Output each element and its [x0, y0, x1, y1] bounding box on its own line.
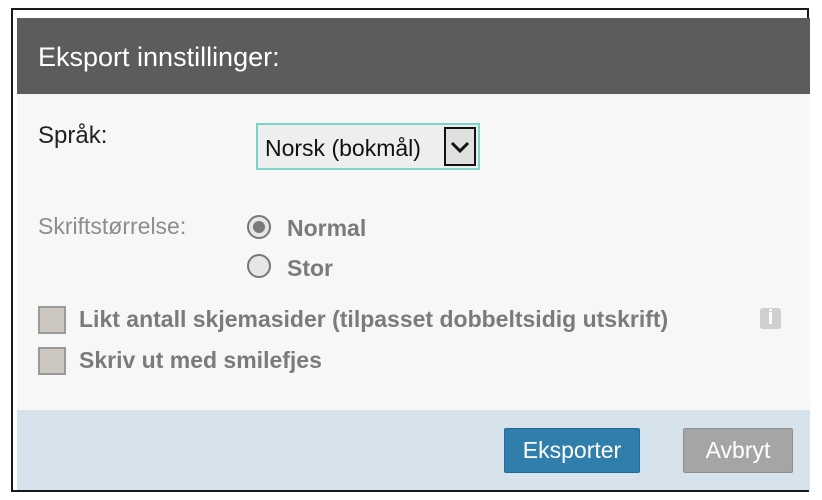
cancel-button[interactable]: Avbryt [683, 428, 793, 473]
dialog-header: Eksport innstillinger: [17, 18, 810, 94]
radio-selected-dot [253, 221, 265, 233]
chevron-down-icon[interactable] [444, 127, 476, 166]
even-pages-label: Likt antall skjemasider (tilpasset dobbe… [79, 306, 669, 332]
even-pages-checkbox[interactable] [38, 306, 66, 334]
language-select-value: Norsk (bokmål) [265, 135, 421, 161]
font-size-normal-radio[interactable] [247, 215, 271, 239]
smiley-checkbox[interactable] [38, 347, 66, 375]
export-button[interactable]: Eksporter [504, 428, 640, 473]
language-label: Språk: [38, 122, 108, 149]
info-icon[interactable] [760, 308, 781, 329]
font-size-normal-label: Normal [287, 215, 367, 241]
font-size-stor-radio[interactable] [247, 254, 271, 278]
dialog-title: Eksport innstillinger: [38, 42, 280, 72]
smiley-label: Skriv ut med smilefjes [79, 347, 322, 373]
font-size-label: Skriftstørrelse: [38, 213, 187, 239]
font-size-stor-label: Stor [287, 255, 333, 281]
language-select[interactable]: Norsk (bokmål) [256, 123, 480, 170]
